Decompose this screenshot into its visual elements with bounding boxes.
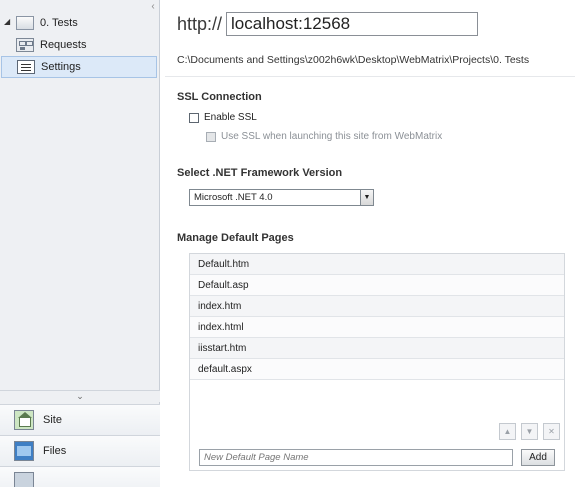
list-item[interactable]: iisstart.htm (190, 338, 564, 359)
use-ssl-checkbox (206, 131, 216, 142)
default-pages-rows: Default.htm Default.asp index.htm index.… (190, 254, 564, 380)
framework-section-title: Select .NET Framework Version (177, 167, 343, 179)
url-scheme: http:// (177, 13, 223, 34)
list-actions: ▲ ▼ ✕ (499, 423, 560, 440)
framework-select[interactable]: Microsoft .NET 4.0 ▼ (189, 189, 374, 206)
workspace-files[interactable]: Files (0, 435, 160, 466)
tree-item-label: Requests (40, 39, 87, 51)
framework-selected-value: Microsoft .NET 4.0 (194, 192, 273, 203)
folder-icon (14, 441, 34, 461)
url-field[interactable]: localhost:12568 (226, 12, 479, 36)
list-item[interactable]: default.aspx (190, 359, 564, 380)
divider (165, 76, 575, 77)
dropdown-arrow-icon[interactable]: ▼ (360, 190, 373, 205)
list-item[interactable]: index.htm (190, 296, 564, 317)
site-icon (16, 16, 34, 30)
site-path: C:\Documents and Settings\z002h6wk\Deskt… (177, 54, 530, 66)
workspace-site[interactable]: Site (0, 404, 160, 435)
workspace-next[interactable] (0, 466, 160, 487)
tree-expand-icon[interactable]: ◢ (4, 17, 10, 26)
default-pages-title: Manage Default Pages (177, 232, 294, 244)
add-button[interactable]: Add (521, 449, 555, 466)
house-icon (14, 410, 34, 430)
list-item[interactable]: Default.asp (190, 275, 564, 296)
workspace-nav: Site Files (0, 404, 160, 487)
settings-icon (17, 60, 35, 74)
workspace-label: Site (43, 414, 62, 426)
tree-item-site-root[interactable]: 0. Tests (16, 12, 78, 34)
move-up-button[interactable]: ▲ (499, 423, 516, 440)
default-pages-list: Default.htm Default.asp index.htm index.… (189, 253, 565, 471)
tree-item-requests[interactable]: Requests (16, 34, 86, 56)
use-ssl-label: Use SSL when launching this site from We… (221, 131, 443, 142)
move-down-button[interactable]: ▼ (521, 423, 538, 440)
enable-ssl-checkbox[interactable] (189, 112, 199, 123)
new-default-page-input[interactable] (199, 449, 513, 466)
tree-item-settings[interactable]: Settings (1, 56, 157, 78)
workspace-label: Files (43, 445, 67, 457)
site-url: http:// localhost:12568 (177, 11, 479, 37)
list-item[interactable]: Default.htm (190, 254, 564, 275)
use-ssl-option: Use SSL when launching this site from We… (206, 131, 442, 142)
collapse-pane-icon[interactable]: ‹ (148, 2, 158, 12)
requests-icon (16, 38, 34, 52)
enable-ssl-option[interactable]: Enable SSL (189, 112, 257, 123)
ssl-section-title: SSL Connection (177, 91, 262, 103)
list-item[interactable]: index.html (190, 317, 564, 338)
tree-item-label: Settings (41, 61, 81, 73)
chevron-down-icon: ⌄ (76, 391, 84, 401)
pane-splitter[interactable]: ⌄ (0, 390, 160, 402)
left-pane: ‹ ◢ 0. Tests Requests Settings ⌄ Site Fi… (0, 0, 160, 487)
tree-item-label: 0. Tests (40, 17, 78, 29)
workspace-icon (14, 472, 34, 487)
enable-ssl-label: Enable SSL (204, 112, 257, 123)
remove-button[interactable]: ✕ (543, 423, 560, 440)
settings-panel: http:// localhost:12568 C:\Documents and… (161, 0, 579, 487)
